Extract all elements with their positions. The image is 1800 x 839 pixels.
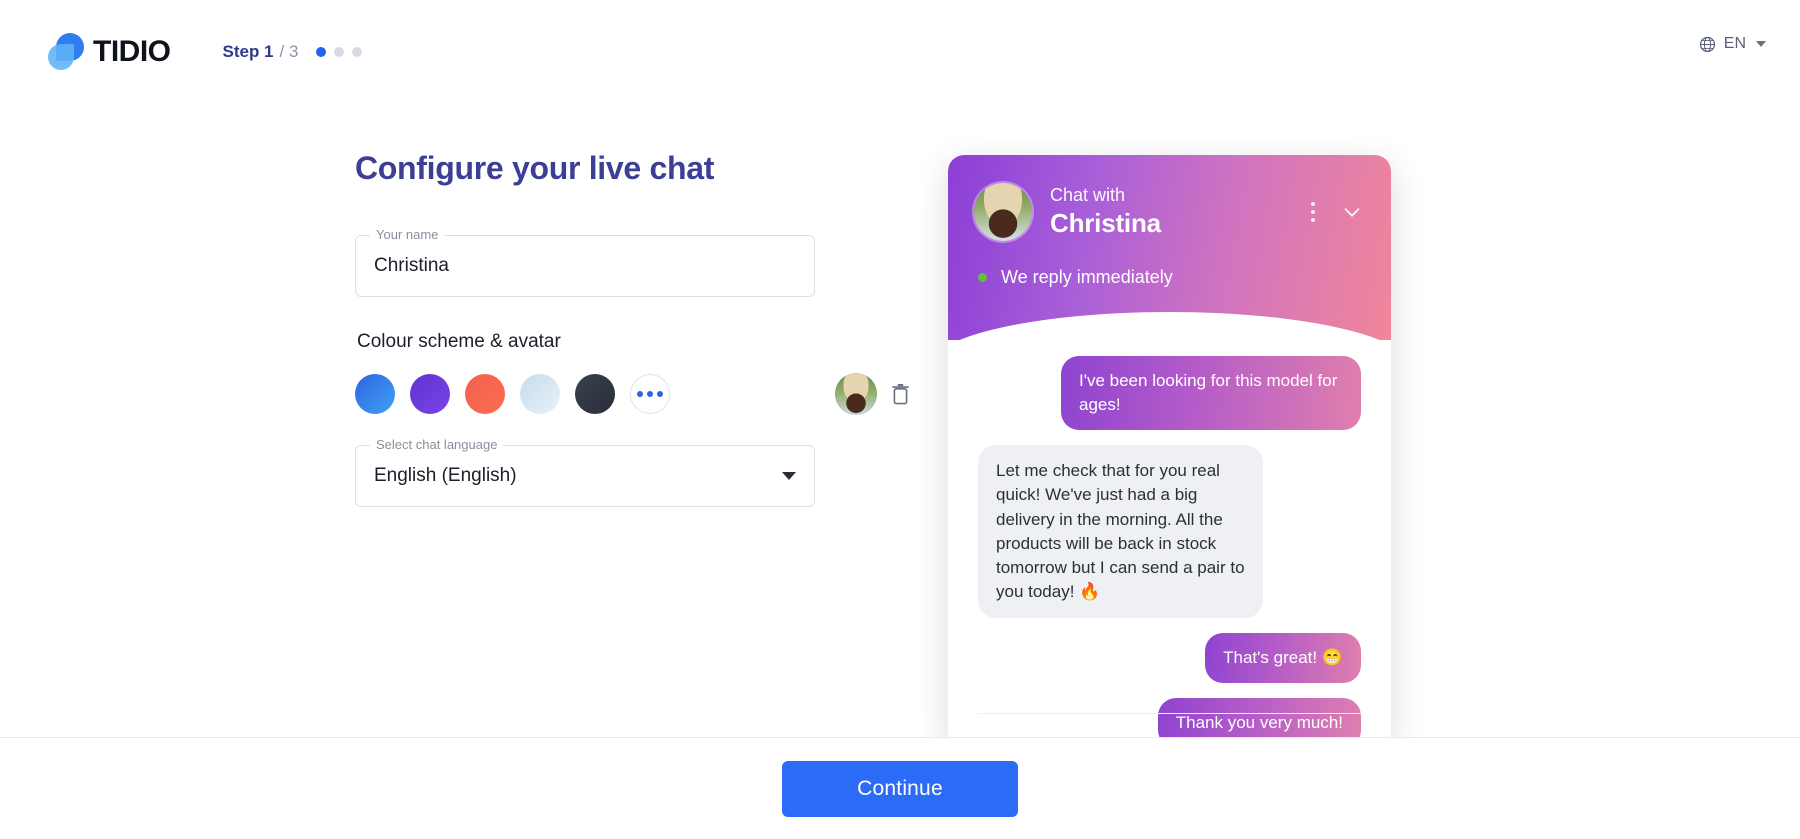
chevron-down-icon: [782, 472, 796, 480]
footer-bar: Continue: [0, 737, 1800, 839]
step-dot-1: [316, 47, 327, 57]
colour-swatch-coral[interactable]: [465, 374, 505, 414]
page-title: Configure your live chat: [355, 150, 715, 186]
message-bubble-visitor: Thank you very much!: [1157, 698, 1361, 738]
more-colours-button[interactable]: [630, 374, 670, 414]
status-text: We reply immediately: [1001, 267, 1173, 287]
onboarding-page: TIDIO Step 1 / 3 EN Configure your live …: [0, 0, 1800, 839]
message-row: Let me check that for you real quick! We…: [978, 445, 1361, 618]
widget-agent-names: Chat with Christina: [1050, 185, 1161, 239]
language-selector[interactable]: EN: [1699, 35, 1766, 53]
language-select[interactable]: Select chat language English (English): [355, 437, 815, 507]
composer-divider: [978, 713, 1361, 715]
chat-widget-preview: Chat with Christina We reply immediately…: [948, 155, 1391, 738]
colour-swatch-row: [355, 373, 909, 415]
agent-avatar[interactable]: [835, 373, 877, 415]
message-bubble-visitor: That's great! 😁: [1205, 633, 1361, 684]
continue-button[interactable]: Continue: [782, 760, 1018, 817]
chevron-down-icon[interactable]: [1341, 201, 1363, 223]
step-dots: [316, 47, 363, 57]
language-value: EN: [1723, 35, 1746, 52]
widget-header-actions: [1311, 201, 1369, 223]
name-field-legend: Your name: [370, 227, 445, 242]
brand-name: TIDIO: [93, 35, 171, 68]
step-indicator: Step 1 / 3: [223, 42, 363, 62]
colour-section-label: Colour scheme & avatar: [357, 331, 561, 352]
name-field[interactable]: Your name Christina: [355, 227, 815, 297]
chevron-down-icon: [1756, 41, 1766, 47]
brand-logo[interactable]: TIDIO: [46, 31, 171, 73]
language-select-legend: Select chat language: [370, 437, 504, 452]
top-bar: TIDIO Step 1 / 3 EN: [0, 0, 1800, 104]
chat-with-label: Chat with: [1050, 185, 1126, 205]
step-total: / 3: [279, 42, 299, 61]
widget-agent-avatar: [974, 183, 1032, 241]
message-row: That's great! 😁: [978, 633, 1361, 684]
tidio-logo-icon: [46, 31, 84, 73]
message-row: I've been looking for this model for age…: [978, 356, 1361, 431]
status-dot-icon: [978, 273, 987, 282]
widget-header: Chat with Christina We reply immediately: [948, 155, 1391, 366]
avatar-group: [835, 373, 910, 415]
config-form: Configure your live chat Your name Chris…: [355, 150, 909, 507]
colour-swatch-violet[interactable]: [410, 374, 450, 414]
widget-status: We reply immediately: [948, 241, 1391, 288]
step-label: Step 1: [222, 42, 274, 61]
widget-header-top: Chat with Christina: [948, 155, 1391, 241]
step-dot-3: [352, 47, 363, 57]
message-bubble-visitor: I've been looking for this model for age…: [1061, 356, 1361, 431]
language-select-value: English (English): [374, 465, 517, 486]
colour-swatch-dark[interactable]: [575, 374, 615, 414]
colour-swatch-light-blue[interactable]: [520, 374, 560, 414]
name-field-value: Christina: [374, 255, 449, 276]
message-bubble-agent: Let me check that for you real quick! We…: [978, 445, 1263, 618]
globe-icon: [1699, 36, 1715, 52]
agent-name: Christina: [1050, 208, 1161, 238]
message-row: Thank you very much!: [978, 698, 1361, 738]
trash-icon[interactable]: [891, 383, 910, 405]
widget-message-list: I've been looking for this model for age…: [948, 340, 1391, 738]
more-options-icon[interactable]: [1311, 202, 1315, 222]
colour-swatch-blue[interactable]: [355, 374, 395, 414]
step-dot-2: [334, 47, 345, 57]
